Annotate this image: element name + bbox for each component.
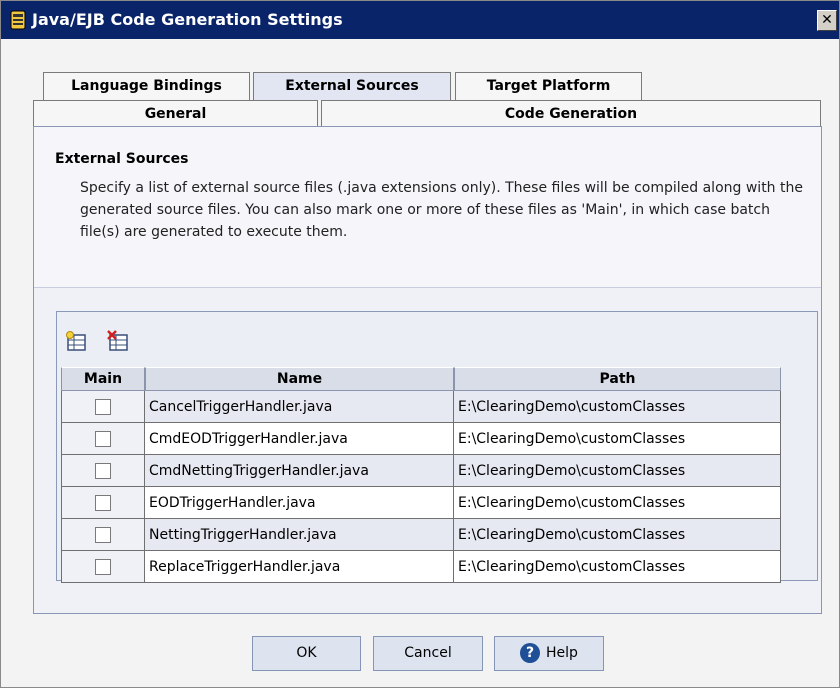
dialog-window: Java/EJB Code Generation Settings ✕ Lang… bbox=[0, 0, 840, 688]
window-title: Java/EJB Code Generation Settings bbox=[32, 10, 343, 29]
main-checkbox[interactable] bbox=[95, 526, 111, 543]
main-cell bbox=[61, 455, 145, 487]
name-cell[interactable]: CancelTriggerHandler.java bbox=[145, 391, 454, 423]
main-checkbox[interactable] bbox=[95, 430, 111, 447]
name-cell[interactable]: EODTriggerHandler.java bbox=[145, 487, 454, 519]
name-cell[interactable]: ReplaceTriggerHandler.java bbox=[145, 551, 454, 583]
close-button[interactable]: ✕ bbox=[817, 10, 837, 31]
table-header-row: Main Name Path bbox=[61, 367, 781, 391]
main-cell bbox=[61, 551, 145, 583]
path-cell[interactable]: E:\ClearingDemo\customClasses bbox=[454, 391, 781, 423]
tab-language-bindings[interactable]: Language Bindings bbox=[43, 72, 250, 100]
path-cell[interactable]: E:\ClearingDemo\customClasses bbox=[454, 519, 781, 551]
tab-general[interactable]: General bbox=[33, 100, 318, 128]
external-sources-panel: External Sources Specify a list of exter… bbox=[33, 126, 822, 614]
tab-external-sources[interactable]: External Sources bbox=[253, 72, 451, 100]
main-cell bbox=[61, 391, 145, 423]
add-row-icon[interactable] bbox=[65, 330, 87, 352]
sources-grid: Main Name Path CancelTriggerHandler.java… bbox=[56, 311, 818, 583]
section-title: External Sources bbox=[55, 151, 189, 167]
path-cell[interactable]: E:\ClearingDemo\customClasses bbox=[454, 551, 781, 583]
table-row[interactable]: ReplaceTriggerHandler.java E:\ClearingDe… bbox=[61, 551, 781, 583]
name-cell[interactable]: CmdNettingTriggerHandler.java bbox=[145, 455, 454, 487]
name-cell[interactable]: NettingTriggerHandler.java bbox=[145, 519, 454, 551]
description-area: External Sources Specify a list of exter… bbox=[34, 127, 821, 288]
path-cell[interactable]: E:\ClearingDemo\customClasses bbox=[454, 423, 781, 455]
table-row[interactable]: CmdNettingTriggerHandler.java E:\Clearin… bbox=[61, 455, 781, 487]
app-icon bbox=[10, 10, 26, 30]
column-header-path[interactable]: Path bbox=[454, 367, 781, 391]
tab-code-generation[interactable]: Code Generation bbox=[321, 100, 821, 128]
path-cell[interactable]: E:\ClearingDemo\customClasses bbox=[454, 487, 781, 519]
help-icon: ? bbox=[520, 643, 541, 663]
ok-button[interactable]: OK bbox=[252, 636, 361, 671]
column-header-main[interactable]: Main bbox=[61, 367, 145, 391]
table-row[interactable]: CmdEODTriggerHandler.java E:\ClearingDem… bbox=[61, 423, 781, 455]
main-checkbox[interactable] bbox=[95, 398, 111, 415]
close-icon: ✕ bbox=[821, 12, 833, 28]
column-header-name[interactable]: Name bbox=[145, 367, 454, 391]
main-cell bbox=[61, 423, 145, 455]
title-bar[interactable]: Java/EJB Code Generation Settings ✕ bbox=[1, 1, 839, 39]
table-row[interactable]: CancelTriggerHandler.java E:\ClearingDem… bbox=[61, 391, 781, 423]
main-checkbox[interactable] bbox=[95, 462, 111, 479]
table-row[interactable]: NettingTriggerHandler.java E:\ClearingDe… bbox=[61, 519, 781, 551]
main-cell bbox=[61, 519, 145, 551]
main-checkbox[interactable] bbox=[95, 494, 111, 511]
tab-target-platform[interactable]: Target Platform bbox=[455, 72, 642, 100]
delete-row-icon[interactable] bbox=[107, 330, 129, 352]
cancel-button[interactable]: Cancel bbox=[373, 636, 483, 671]
sources-table: Main Name Path CancelTriggerHandler.java… bbox=[61, 367, 781, 583]
name-cell[interactable]: CmdEODTriggerHandler.java bbox=[145, 423, 454, 455]
table-row[interactable]: EODTriggerHandler.java E:\ClearingDemo\c… bbox=[61, 487, 781, 519]
help-button[interactable]: ? Help bbox=[494, 636, 604, 671]
path-cell[interactable]: E:\ClearingDemo\customClasses bbox=[454, 455, 781, 487]
main-cell bbox=[61, 487, 145, 519]
section-description: Specify a list of external source files … bbox=[80, 180, 803, 240]
grid-toolbar bbox=[57, 312, 817, 368]
main-checkbox[interactable] bbox=[95, 558, 111, 575]
